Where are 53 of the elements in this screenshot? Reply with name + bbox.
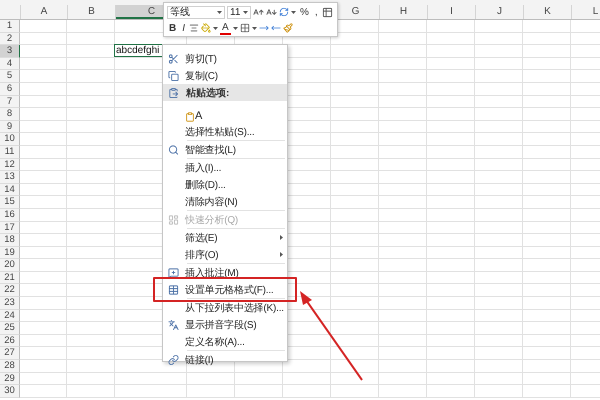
menu-item[interactable]: 插入批注(M) [163,264,287,281]
menu-item[interactable]: 智能查找(L) [163,141,287,158]
menu-item[interactable]: 筛选(E) [163,229,287,246]
menu-item[interactable]: 插入(I)... [163,159,287,176]
row-header[interactable]: 27 [0,347,20,360]
row-header[interactable]: 19 [0,246,20,260]
font-size-field[interactable]: 11 [227,6,251,18]
menu-item[interactable]: 排序(O) [163,246,287,263]
menu-item[interactable]: 清除内容(N) [163,193,287,210]
row-header[interactable]: 10 [0,133,20,146]
row-header[interactable]: 22 [0,284,20,298]
row-header[interactable]: 17 [0,222,20,234]
bold-button[interactable]: B [167,21,178,35]
row-header[interactable]: 2 [0,32,20,46]
row-header[interactable]: 18 [0,234,20,247]
italic-button[interactable]: I [180,21,188,35]
row-header[interactable]: 11 [0,146,20,159]
row-header[interactable]: 9 [0,120,20,134]
font-color-button[interactable]: A [220,21,231,35]
row-header[interactable]: 4 [0,58,20,70]
row-header[interactable]: 20 [0,259,20,272]
row-header[interactable]: 1 [0,20,20,33]
row-header[interactable]: 26 [0,334,20,348]
menu-item[interactable]: 设置单元格格式(F)... [163,281,287,298]
comma-button[interactable]: , [312,5,320,19]
row-header[interactable]: 15 [0,196,20,209]
row-header[interactable]: 8 [0,108,20,121]
row-header[interactable]: 30 [0,385,20,398]
row-header[interactable]: 5 [0,70,20,83]
menu-item[interactable]: 定义名称(A)... [163,333,287,350]
menu-item[interactable]: 显示拼音字段(S) [163,316,287,333]
row-header[interactable]: 23 [0,297,20,310]
paste-option-button[interactable]: A [185,102,205,122]
row-header[interactable]: 21 [0,272,20,284]
row-header[interactable]: 16 [0,208,20,222]
row-header[interactable]: 12 [0,158,20,172]
row-header[interactable]: 3 [0,45,20,58]
percent-button[interactable]: % [298,5,311,19]
row-header[interactable]: 14 [0,184,20,196]
font-name-field[interactable]: 等线 [167,6,225,18]
row-header[interactable]: 29 [0,372,20,386]
row-header[interactable]: 13 [0,171,20,184]
row-header[interactable]: 25 [0,322,20,335]
menu-item[interactable]: 复制(C) [163,67,287,84]
row-header[interactable]: 7 [0,96,20,108]
row-header[interactable]: 24 [0,310,20,322]
menu-item[interactable]: 从下拉列表中选择(K)... [163,299,287,316]
menu-item[interactable]: 选择性粘贴(S)... [163,123,287,140]
row-header[interactable]: 28 [0,360,20,373]
paste-options-heading: 粘贴选项: [163,84,287,101]
row-header[interactable]: 6 [0,82,20,96]
menu-item[interactable]: 删除(D)... [163,176,287,193]
menu-item[interactable]: 链接(I) [163,351,287,368]
